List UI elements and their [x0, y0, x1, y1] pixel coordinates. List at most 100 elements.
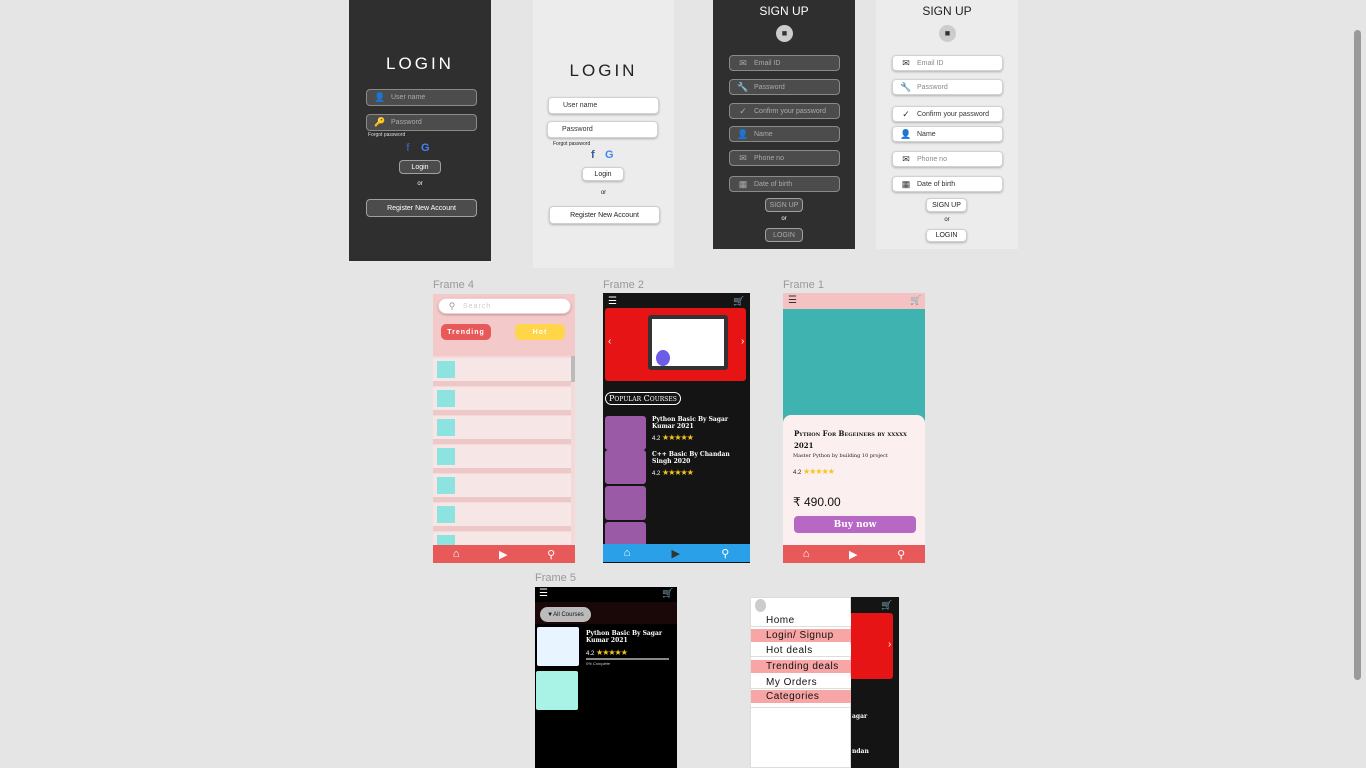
menu-item-hot-deals[interactable]: Hot deals — [751, 644, 851, 657]
login-button[interactable]: Login — [582, 167, 624, 181]
list-item[interactable] — [433, 474, 571, 502]
register-button[interactable]: Register New Account — [549, 206, 660, 224]
email-field[interactable]: ✉ Email ID — [729, 55, 840, 71]
chevron-right-icon[interactable]: › — [741, 336, 744, 347]
course-title[interactable]: C++ Basic By Chandan Singh 2020 — [652, 451, 732, 465]
search-icon[interactable]: ⚲ — [897, 548, 905, 561]
check-circle-icon: ✓ — [902, 108, 910, 119]
course-thumbnail[interactable] — [537, 627, 579, 666]
course-thumbnail[interactable] — [605, 416, 646, 450]
signup-button[interactable]: SIGN UP — [765, 198, 803, 212]
search-input[interactable]: ⚲ Search — [438, 298, 571, 314]
list-item[interactable] — [433, 358, 571, 386]
top-bar — [783, 293, 925, 309]
forgot-password-link[interactable]: Forgot password — [553, 141, 590, 147]
course-title[interactable]: Python Basic By Sagar Kumar 2021 — [586, 630, 666, 644]
chevron-left-icon[interactable]: ‹ — [608, 336, 611, 347]
phone-field[interactable]: ✉ Phone no — [729, 150, 840, 166]
progress-bar — [586, 658, 669, 660]
cart-icon[interactable]: 🛒 — [733, 296, 744, 307]
menu-item-login-signup[interactable]: Login/ Signup — [751, 629, 851, 642]
play-icon[interactable]: ▶ — [672, 547, 680, 560]
or-label: or — [781, 216, 787, 222]
course-rating: 4.2 ★★★★★ — [586, 648, 628, 657]
all-courses-filter[interactable]: ▼ All Courses — [540, 607, 591, 622]
facebook-icon[interactable]: f — [591, 149, 595, 161]
password-field[interactable]: Password — [547, 121, 658, 138]
bottom-nav: ⌂ ▶ ⚲ — [433, 545, 575, 563]
play-icon[interactable]: ▶ — [849, 548, 857, 561]
menu-item-categories[interactable]: Categories — [751, 690, 851, 703]
confirm-password-field[interactable]: ✓ Confirm your password — [729, 103, 840, 119]
password-field[interactable]: 🔧 Password — [892, 79, 1003, 95]
frame-2: ☰ 🛒 ‹ › Popular Courses Python Basic By … — [603, 293, 750, 563]
cart-icon[interactable]: 🛒 — [662, 588, 673, 599]
course-thumbnail[interactable] — [536, 671, 578, 710]
home-icon[interactable]: ⌂ — [624, 547, 631, 559]
list-scrollbar[interactable] — [571, 356, 575, 382]
confirm-password-field[interactable]: ✓ Confirm your password — [892, 106, 1003, 122]
username-field[interactable]: User name — [548, 97, 659, 114]
peek-text: agar — [852, 713, 868, 720]
progress-label: 0% Complete — [586, 661, 611, 666]
login-button[interactable]: Login — [399, 160, 441, 174]
signup-button[interactable]: SIGN UP — [926, 198, 967, 212]
list-item[interactable] — [433, 445, 571, 473]
name-field[interactable]: 👤 Name — [892, 126, 1003, 142]
menu-item-trending-deals[interactable]: Trending deals — [751, 660, 851, 673]
hot-tab[interactable]: Hot — [515, 324, 565, 340]
home-icon[interactable]: ⌂ — [803, 548, 810, 560]
or-label: or — [417, 181, 423, 187]
menu-icon[interactable]: ☰ — [539, 588, 548, 599]
password-field[interactable]: 🔧 Password — [729, 79, 840, 95]
menu-icon[interactable]: ☰ — [788, 295, 797, 306]
dob-field[interactable]: ▦ Date of birth — [729, 176, 840, 192]
signup-title: SIGN UP — [759, 4, 809, 18]
buy-now-button[interactable]: Buy now — [794, 516, 916, 533]
login-link-button[interactable]: LOGIN — [926, 229, 967, 242]
play-icon[interactable]: ▶ — [499, 548, 507, 561]
banner-carousel[interactable]: ‹ › — [605, 308, 746, 381]
frame-2-label: Frame 2 — [603, 279, 644, 291]
menu-item-home[interactable]: Home — [751, 614, 851, 627]
mail-icon: ✉ — [739, 152, 747, 163]
email-field[interactable]: ✉ Email ID — [892, 55, 1003, 71]
facebook-icon[interactable]: f — [406, 142, 410, 154]
login-link-button[interactable]: LOGIN — [765, 228, 803, 242]
list-item[interactable] — [433, 387, 571, 415]
page-scrollbar[interactable] — [1354, 30, 1361, 680]
cart-icon[interactable]: 🛒 — [910, 295, 921, 306]
phone-field[interactable]: ✉ Phone no — [892, 151, 1003, 167]
google-icon[interactable]: G — [421, 142, 430, 154]
login-light-frame: LOGIN User name Password Forgot password… — [533, 0, 674, 268]
frame-4: ⚲ Search Trending Hot ⌂ ▶ ⚲ — [433, 294, 575, 563]
trending-tab[interactable]: Trending — [441, 324, 491, 340]
user-icon: 👤 — [374, 92, 386, 102]
forgot-password-link[interactable]: Forgot password — [368, 132, 405, 138]
menu-item-my-orders[interactable]: My Orders — [751, 676, 851, 689]
cart-icon[interactable]: 🛒 — [881, 600, 892, 611]
course-thumbnail[interactable] — [605, 450, 646, 484]
rating-value: 4.2 — [652, 471, 661, 477]
name-field[interactable]: 👤 Name — [729, 126, 840, 142]
register-button[interactable]: Register New Account — [366, 199, 477, 217]
dob-field[interactable]: ▦ Date of birth — [892, 176, 1003, 192]
avatar[interactable] — [755, 599, 766, 612]
home-icon[interactable]: ⌂ — [453, 548, 460, 560]
course-title[interactable]: Python Basic By Sagar Kumar 2021 — [652, 416, 732, 430]
google-icon[interactable]: G — [605, 149, 614, 161]
list-item[interactable] — [433, 416, 571, 444]
frame-5: ☰ 🛒 ▼ All Courses Python Basic By Sagar K… — [535, 587, 677, 768]
list-item[interactable] — [433, 503, 571, 531]
menu-icon[interactable]: ☰ — [608, 296, 617, 307]
search-icon[interactable]: ⚲ — [547, 548, 555, 561]
chevron-right-icon[interactable]: › — [888, 639, 891, 650]
android-icon: ■ — [776, 25, 793, 42]
course-title: Python For Begeiners by xxxxx 2021 — [794, 429, 907, 450]
course-thumbnail[interactable] — [605, 486, 646, 520]
password-field[interactable]: 🔑 Password — [366, 114, 477, 131]
user-edit-icon: 👤 — [900, 128, 912, 139]
or-label: or — [944, 217, 950, 223]
search-icon[interactable]: ⚲ — [721, 547, 729, 560]
username-field[interactable]: 👤 User name — [366, 89, 477, 106]
